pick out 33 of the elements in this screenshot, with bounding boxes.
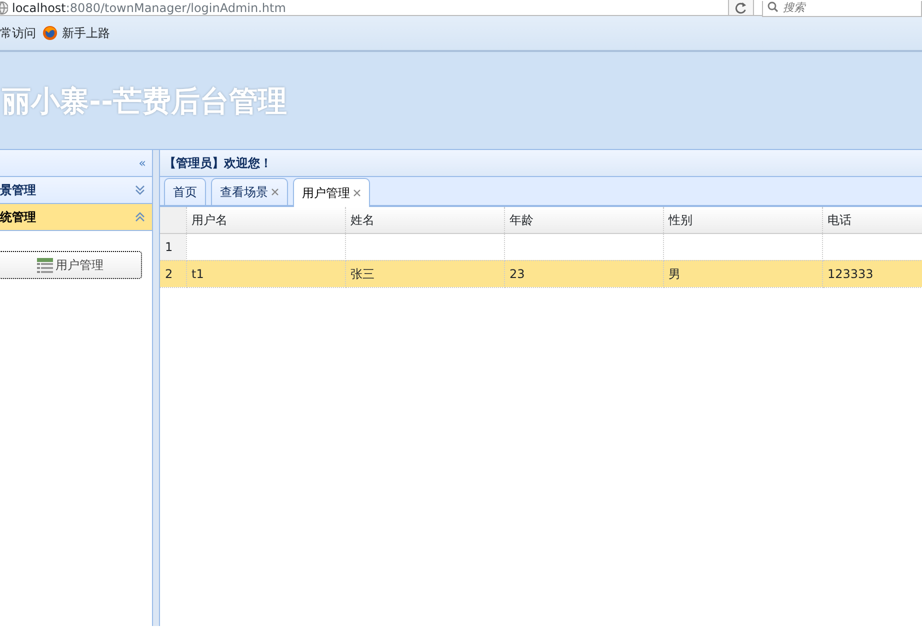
table-cell: t1: [192, 266, 204, 280]
column-header[interactable]: 年龄: [504, 207, 663, 233]
bookmark-link[interactable]: 常访问: [0, 24, 36, 42]
accordion-header[interactable]: 统管理: [0, 204, 152, 231]
table-cell: 男: [668, 266, 680, 280]
address-field[interactable]: localhost:8080/townManager/loginAdmin.htm: [0, 0, 728, 16]
bookmark-link[interactable]: 新手上路: [42, 24, 110, 42]
accordion-header[interactable]: 景管理: [0, 177, 152, 204]
list-icon: [36, 258, 52, 272]
tab[interactable]: 首页: [164, 178, 206, 205]
globe-icon: [42, 25, 58, 41]
table-cell: 张三: [350, 266, 374, 280]
column-header[interactable]: 用户名: [186, 207, 345, 233]
welcome-text: 【管理员】欢迎您！: [160, 150, 922, 177]
close-icon: [353, 189, 361, 197]
tab[interactable]: 查看场景: [211, 178, 288, 205]
tab[interactable]: 用户管理: [293, 178, 370, 207]
table-cell: 123333: [828, 266, 874, 280]
column-header[interactable]: 性别: [663, 207, 822, 233]
table-cell: 23: [510, 266, 525, 280]
column-header[interactable]: 姓名: [345, 207, 504, 233]
search-icon: [767, 1, 778, 12]
row-number: 1: [160, 233, 186, 260]
expand-icon: [134, 184, 146, 196]
reload-icon: [735, 0, 747, 14]
row-number: 2: [160, 260, 186, 287]
collapse-glyph[interactable]: «: [138, 154, 146, 172]
collapse-icon: [134, 211, 146, 223]
menu-button[interactable]: 用户管理: [0, 251, 142, 279]
column-header[interactable]: 电话: [822, 207, 922, 233]
search-field[interactable]: 搜索: [762, 0, 922, 17]
close-icon: [271, 188, 279, 196]
reload-button[interactable]: [728, 0, 754, 16]
